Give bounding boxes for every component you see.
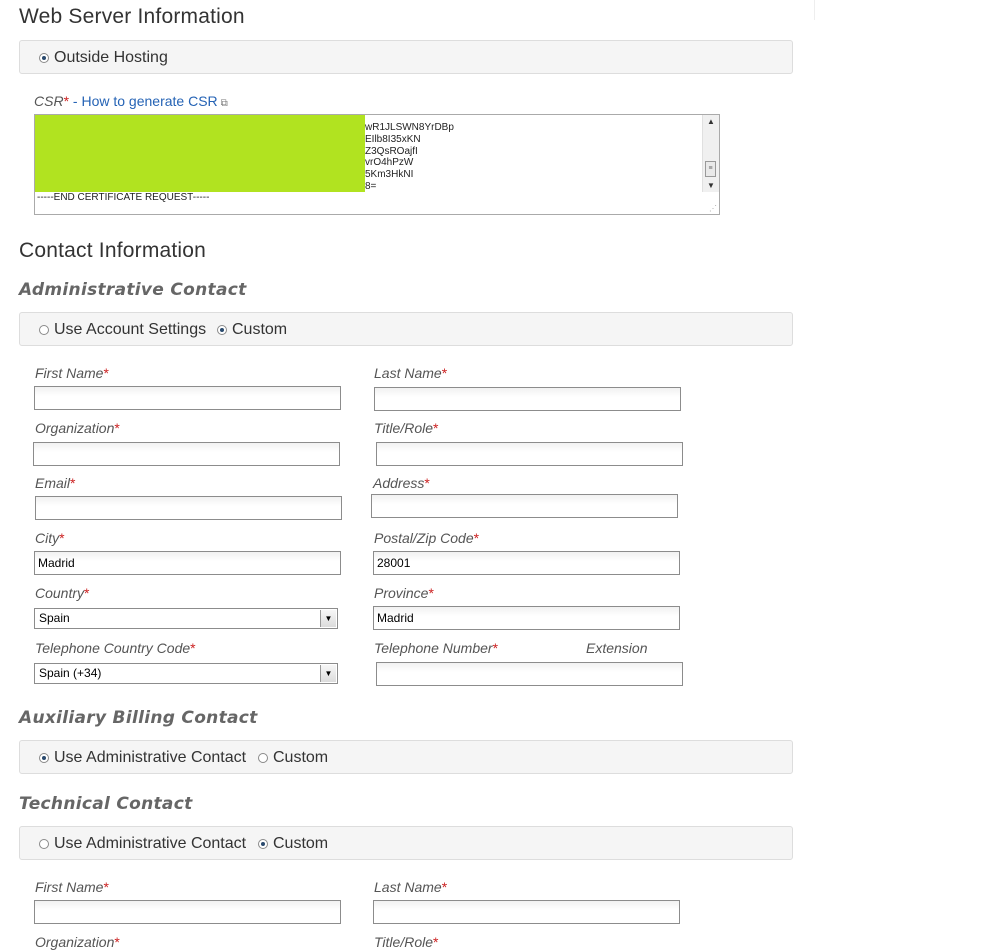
outside-hosting-option[interactable]: Outside Hosting [39,41,168,75]
admin-use-account-label: Use Account Settings [54,321,207,338]
external-link-icon: ⧉ [220,98,228,109]
address-input[interactable] [371,494,678,518]
tel-number-input[interactable] [376,662,683,686]
technical-custom-radio[interactable] [258,839,268,849]
technical-use-admin-label: Use Administrative Contact [54,835,247,852]
tel-country-code-value: Spain (+34) [39,666,102,680]
billing-custom-label: Custom [273,749,329,766]
technical-custom-label: Custom [273,835,329,852]
technical-custom-option[interactable]: Custom [258,827,328,861]
technical-contact-title: Technical Contact [19,794,193,814]
technical-contact-options-bar: Use Administrative Contact Custom [19,826,793,860]
address-label: Address* [373,475,430,491]
tech-last-name-label: Last Name* [374,879,448,895]
csr-line: Z3QsROajfI [365,146,418,157]
chevron-down-icon[interactable]: ▼ [320,665,336,682]
tel-number-label: Telephone Number* [374,640,499,656]
billing-use-admin-label: Use Administrative Contact [54,749,247,766]
tech-first-name-input[interactable] [34,900,341,924]
email-label: Email* [35,475,76,491]
arrow-down-icon[interactable]: ▼ [707,181,715,190]
csr-line: 8= [365,181,377,192]
country-select-value: Spain [39,611,70,625]
tel-country-code-select[interactable]: Spain (+34) ▼ [34,663,338,684]
billing-custom-option[interactable]: Custom [258,741,328,775]
admin-custom-option[interactable]: Custom [217,313,287,347]
billing-custom-radio[interactable] [258,753,268,763]
admin-contact-options-bar: Use Account Settings Custom [19,312,793,346]
scrollbar-thumb[interactable]: ≡ [705,161,716,177]
billing-contact-title: Auxiliary Billing Contact [19,708,258,728]
country-label: Country* [35,585,90,601]
admin-use-account-radio[interactable] [39,325,49,335]
csr-separator: - [69,93,82,109]
postal-code-label: Postal/Zip Code* [374,530,480,546]
arrow-up-icon[interactable]: ▲ [707,117,715,126]
tel-country-code-label: Telephone Country Code* [35,640,196,656]
csr-scrollbar[interactable]: ▲ ≡ ▼ [702,115,719,192]
resize-grip-icon[interactable]: ⋰ [709,204,717,213]
title-role-label: Title/Role* [374,420,439,436]
admin-contact-title: Administrative Contact [19,280,247,300]
email-input[interactable] [35,496,342,520]
organization-input[interactable] [33,442,340,466]
how-to-generate-csr-link[interactable]: How to generate CSR [81,93,217,109]
csr-line: 5Km3HkNI [365,169,414,180]
province-label: Province* [374,585,434,601]
tech-last-name-input[interactable] [373,900,680,924]
admin-custom-label: Custom [232,321,288,338]
technical-use-admin-option[interactable]: Use Administrative Contact [39,827,246,861]
extension-label: Extension [586,640,648,656]
tech-first-name-label: First Name* [35,879,109,895]
city-input[interactable]: Madrid [34,551,341,575]
outside-hosting-label: Outside Hosting [54,49,168,66]
city-label: City* [35,530,65,546]
redacted-area [35,115,365,192]
csr-line: wR1JLSWN8YrDBp [365,122,454,133]
first-name-label: First Name* [35,365,109,381]
organization-label: Organization* [35,420,120,436]
chevron-down-icon[interactable]: ▼ [320,610,336,627]
hosting-options-bar: Outside Hosting [19,40,793,74]
csr-line: vrO4hPzW [365,157,414,168]
technical-use-admin-radio[interactable] [39,839,49,849]
outside-hosting-radio[interactable] [39,53,49,63]
web-server-title: Web Server Information [19,5,245,28]
tech-title-role-label: Title/Role* [374,934,439,950]
csr-end-line: -----END CERTIFICATE REQUEST----- [37,192,210,203]
last-name-input[interactable] [374,387,681,411]
page-edge-divider [814,0,815,20]
last-name-label: Last Name* [374,365,448,381]
title-role-input[interactable] [376,442,683,466]
postal-code-input[interactable]: 28001 [373,551,680,575]
first-name-input[interactable] [34,386,341,410]
billing-use-admin-option[interactable]: Use Administrative Contact [39,741,246,775]
csr-line: EIlb8I35xKN [365,134,421,145]
billing-use-admin-radio[interactable] [39,753,49,763]
country-select[interactable]: Spain ▼ [34,608,338,629]
admin-use-account-option[interactable]: Use Account Settings [39,313,206,347]
csr-textarea[interactable]: wR1JLSWN8YrDBp EIlb8I35xKN Z3QsROajfI vr… [34,114,720,215]
contact-info-title: Contact Information [19,239,207,262]
admin-custom-radio[interactable] [217,325,227,335]
billing-contact-options-bar: Use Administrative Contact Custom [19,740,793,774]
province-input[interactable]: Madrid [373,606,680,630]
csr-label: CSR [34,93,64,109]
tech-organization-label: Organization* [35,934,120,950]
csr-label-row: CSR* - How to generate CSR ⧉ [34,93,228,109]
